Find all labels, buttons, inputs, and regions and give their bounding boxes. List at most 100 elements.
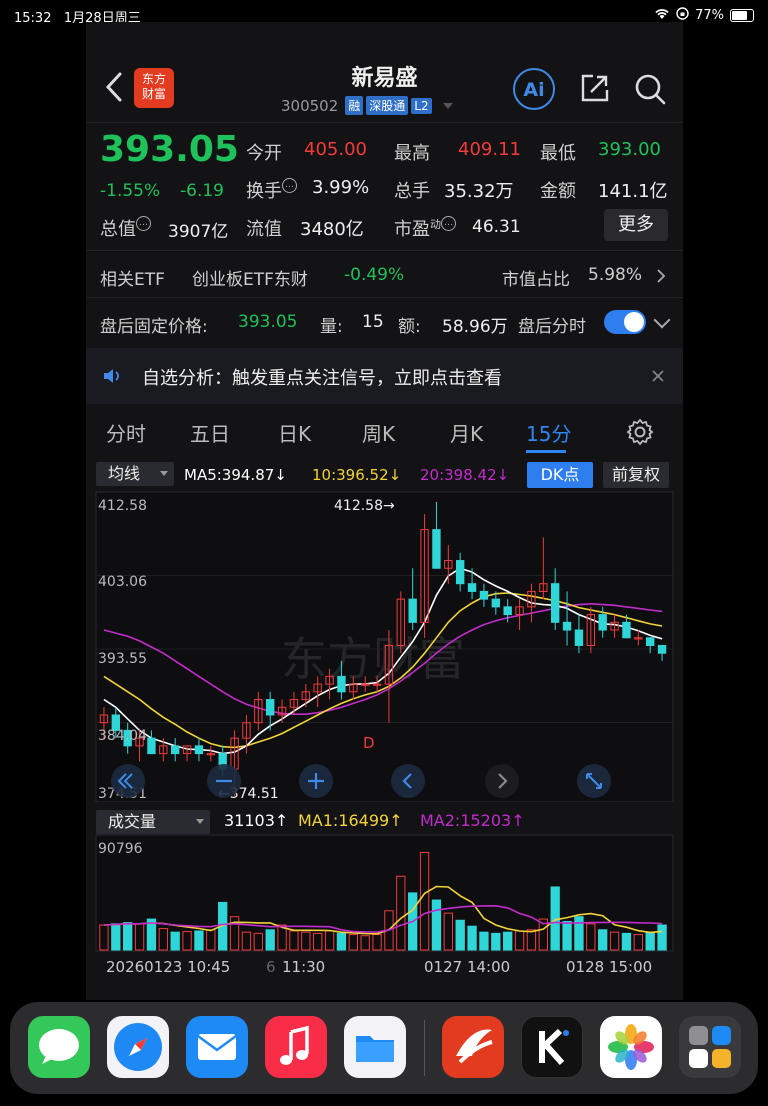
rewind-button[interactable] bbox=[111, 764, 145, 798]
volume-bar-down bbox=[491, 932, 501, 951]
tab-five-day[interactable]: 五日 bbox=[190, 418, 230, 447]
etf-ratio: 5.98% bbox=[588, 265, 643, 285]
candle-down bbox=[491, 598, 500, 608]
mcap-label[interactable]: 总值… bbox=[100, 215, 151, 241]
candle-down bbox=[408, 598, 417, 623]
eastmoney-app-icon[interactable] bbox=[442, 1016, 504, 1078]
kline-chart[interactable]: 东方财富 412.58 403.06 393.55 384.04 374.51 … bbox=[86, 490, 683, 802]
high-label: 最高 bbox=[394, 143, 430, 164]
dk-point-button[interactable]: DK点 bbox=[527, 462, 593, 488]
candle-down bbox=[147, 737, 156, 755]
music-app-icon[interactable] bbox=[265, 1016, 327, 1078]
low-value: 393.00 bbox=[598, 139, 661, 160]
zoom-out-button[interactable] bbox=[207, 764, 241, 798]
ma20-value: 20:398.42↓ bbox=[420, 466, 510, 484]
volume-label: 总手 bbox=[394, 181, 430, 202]
after-hours-row: 盘后固定价格: 393.05 量: 15 额: 58.96万 盘后分时 bbox=[86, 297, 683, 348]
volume-value: 35.32万 bbox=[444, 181, 514, 202]
more-button[interactable]: 更多 bbox=[604, 209, 668, 241]
search-icon bbox=[635, 74, 666, 105]
y-tick-label: 403.06 bbox=[98, 574, 147, 590]
amount-label: 金额 bbox=[540, 181, 576, 202]
app-window: 东方 财富 新易盛 300502 融 深股通 L2 Ai 393.05 -1.5… bbox=[86, 22, 683, 1000]
info-icon: … bbox=[282, 178, 297, 193]
turnover-label[interactable]: 换手… bbox=[246, 177, 297, 203]
y-tick-label: 384.04 bbox=[98, 728, 147, 744]
connect-tag: 深股通 bbox=[366, 96, 409, 115]
after-price-label: 盘后固定价格: bbox=[100, 317, 208, 337]
volume-bar-down bbox=[562, 920, 572, 951]
etf-name: 创业板ETF东财 bbox=[192, 270, 308, 290]
volume-bar-down bbox=[170, 931, 180, 951]
volume-bar-down bbox=[645, 931, 655, 951]
files-app-icon[interactable] bbox=[344, 1016, 406, 1078]
candle-down bbox=[194, 745, 204, 755]
tab-weekly-k[interactable]: 周K bbox=[362, 418, 395, 447]
info-icon: … bbox=[441, 216, 456, 231]
after-hours-toggle[interactable] bbox=[604, 310, 646, 334]
active-tab-indicator bbox=[526, 450, 566, 453]
scroll-right-button[interactable] bbox=[485, 764, 519, 798]
tab-intraday[interactable]: 分时 bbox=[106, 418, 146, 447]
stock-subline[interactable]: 300502 融 深股通 L2 bbox=[281, 96, 453, 115]
open-label: 今开 bbox=[246, 143, 282, 164]
volume-bar-down bbox=[467, 925, 477, 951]
volume-bar-down bbox=[574, 916, 584, 951]
volume-legend-row: 成交量 31103↑ MA1:16499↑ MA2:15203↑ bbox=[86, 808, 683, 836]
chevron-down-icon[interactable] bbox=[653, 311, 671, 329]
candle-down bbox=[551, 583, 560, 623]
tab-monthly-k[interactable]: 月K bbox=[450, 418, 483, 447]
indicator-selector[interactable]: 均线 bbox=[96, 462, 174, 486]
pe-value: 46.31 bbox=[472, 217, 521, 237]
etf-ratio-label: 市值占比 bbox=[502, 270, 570, 290]
volume-chart[interactable]: 90796 bbox=[86, 834, 683, 952]
settings-gear-icon[interactable] bbox=[626, 418, 654, 446]
related-etf-row[interactable]: 相关ETF 创业板ETF东财 -0.49% 市值占比 5.98% bbox=[86, 250, 683, 297]
y-tick-label: 393.55 bbox=[98, 651, 147, 667]
header: 东方 财富 新易盛 300502 融 深股通 L2 Ai bbox=[86, 22, 683, 122]
photos-app-icon[interactable] bbox=[600, 1016, 662, 1078]
time-label-3: 0128 15:00 bbox=[566, 958, 653, 976]
safari-app-icon[interactable] bbox=[107, 1016, 169, 1078]
ma-legend-row: 均线 MA5:394.87↓ 10:396.52↓ 20:398.42↓ DK点… bbox=[86, 460, 683, 492]
tab-daily-k[interactable]: 日K bbox=[278, 418, 311, 447]
volume-bar-down bbox=[621, 932, 632, 951]
candle-down bbox=[562, 621, 572, 631]
mail-app-icon[interactable] bbox=[186, 1016, 248, 1078]
notice-banner[interactable]: 自选分析：触发重点关注信号，立即点击查看 bbox=[86, 348, 683, 404]
fullscreen-button[interactable] bbox=[577, 764, 611, 798]
notice-text: 自选分析：触发重点关注信号，立即点击查看 bbox=[142, 368, 502, 389]
battery-icon bbox=[730, 9, 754, 22]
volume-bar-down bbox=[194, 930, 204, 951]
candle-down bbox=[646, 637, 655, 646]
tab-15min[interactable]: 15分 bbox=[526, 418, 571, 447]
change-percent: -1.55% bbox=[100, 181, 161, 201]
messages-app-icon[interactable] bbox=[28, 1016, 90, 1078]
info-icon: … bbox=[136, 216, 151, 231]
close-icon[interactable] bbox=[652, 370, 664, 382]
amount-value: 141.1亿 bbox=[598, 181, 668, 202]
candle-down bbox=[467, 583, 477, 592]
volume-bar-down bbox=[111, 923, 121, 951]
ai-button[interactable]: Ai bbox=[513, 68, 555, 110]
search-button[interactable] bbox=[633, 72, 667, 106]
candle-down bbox=[657, 644, 667, 654]
volume-indicator-selector[interactable]: 成交量 bbox=[96, 810, 210, 834]
pe-label[interactable]: 市盈动… bbox=[394, 215, 456, 241]
share-button[interactable] bbox=[579, 72, 611, 104]
zoom-in-button[interactable] bbox=[299, 764, 333, 798]
scroll-left-button[interactable] bbox=[391, 764, 425, 798]
speaker-icon bbox=[104, 369, 119, 383]
app-library-icon[interactable] bbox=[679, 1016, 741, 1078]
turnover-value: 3.99% bbox=[312, 177, 370, 198]
candle-down bbox=[266, 699, 275, 716]
candle-down bbox=[598, 614, 607, 631]
time-label-1: 11:30 bbox=[282, 958, 326, 976]
caret-down-icon bbox=[442, 102, 453, 109]
volume-ma1: MA1:16499↑ bbox=[298, 811, 403, 830]
volume-bar-down bbox=[503, 931, 513, 951]
battery-percent: 77% bbox=[695, 8, 724, 23]
candle-down bbox=[337, 675, 346, 693]
adjust-button[interactable]: 前复权 bbox=[603, 462, 669, 488]
k-app-icon[interactable] bbox=[521, 1016, 583, 1078]
